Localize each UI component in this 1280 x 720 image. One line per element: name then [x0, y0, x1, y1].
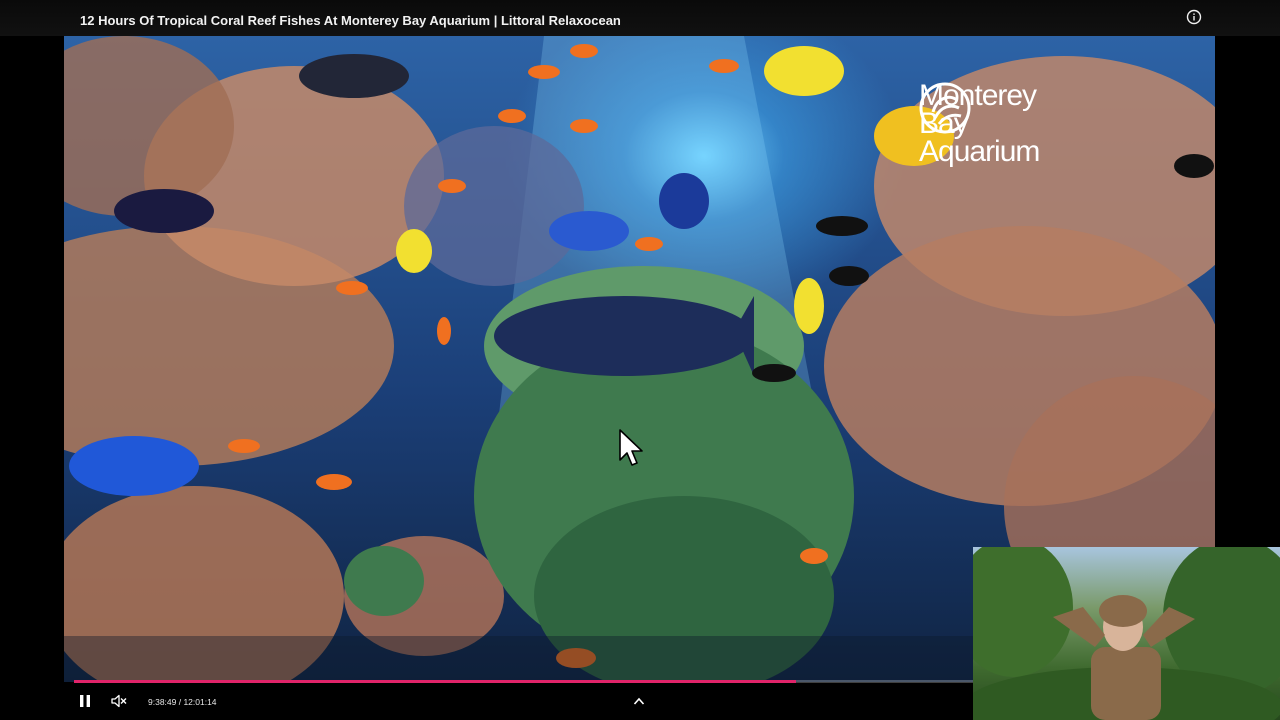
video-title: 12 Hours Of Tropical Coral Reef Fishes A…: [80, 13, 621, 28]
progress-fill: [74, 680, 797, 683]
chevron-up-icon[interactable]: [633, 696, 645, 706]
video-player: 12 Hours Of Tropical Coral Reef Fishes A…: [0, 0, 1280, 720]
watermark: Monterey Bay Aquarium: [919, 81, 1079, 167]
webcam-overlay: [973, 547, 1280, 720]
time-display: 9:38:49 / 12:01:14: [148, 697, 217, 707]
volume-muted-icon[interactable]: [111, 694, 127, 708]
mouse-cursor-icon: [619, 429, 643, 466]
webcam-scene: [973, 547, 1280, 720]
aquarium-logo-icon: [919, 82, 971, 134]
title-bar: 12 Hours Of Tropical Coral Reef Fishes A…: [0, 0, 1280, 36]
pause-icon[interactable]: [78, 694, 92, 708]
info-icon[interactable]: [1186, 9, 1202, 25]
progress-bar[interactable]: [74, 680, 973, 683]
